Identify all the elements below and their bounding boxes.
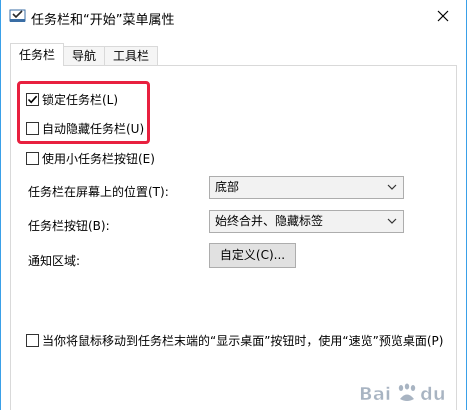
- peek-option[interactable]: 当你将鼠标移动到任务栏末端的“显示桌面”按钮时，使用“速览”预览桌面(P): [26, 332, 443, 349]
- chevron-down-icon: [387, 184, 397, 190]
- window-title: 任务栏和“开始”菜单属性: [31, 13, 175, 28]
- checkmark-icon: [27, 95, 38, 104]
- close-icon: [437, 10, 449, 22]
- buttons-combine-label: 任务栏按钮(B):: [28, 219, 110, 233]
- auto-hide-option[interactable]: 自动隐藏任务栏(U): [26, 120, 144, 137]
- notification-row: 通知区域:: [28, 252, 80, 269]
- peek-checkbox[interactable]: [26, 334, 39, 347]
- properties-window: 任务栏和“开始”菜单属性 任务栏 导航 工具栏 锁定任务栏(L) 自动隐藏任务栏…: [0, 0, 467, 410]
- notification-label: 通知区域:: [28, 254, 81, 268]
- lock-taskbar-checkbox[interactable]: [26, 93, 39, 106]
- buttons-combine-row: 任务栏按钮(B):: [28, 217, 110, 234]
- position-label: 任务栏在屏幕上的位置(T):: [28, 185, 169, 199]
- auto-hide-checkbox[interactable]: [26, 122, 39, 135]
- small-buttons-checkbox[interactable]: [26, 152, 39, 165]
- svg-text:du: du: [420, 384, 446, 405]
- tab-panel: [10, 65, 457, 410]
- lock-taskbar-option[interactable]: 锁定任务栏(L): [26, 91, 118, 108]
- customize-button[interactable]: 自定义(C)...: [209, 243, 296, 268]
- title-bar[interactable]: 任务栏和“开始”菜单属性: [1, 0, 466, 38]
- taskbar-properties-icon: [9, 9, 26, 22]
- tab-toolbars[interactable]: 工具栏: [104, 46, 159, 66]
- auto-hide-label: 自动隐藏任务栏(U): [42, 122, 145, 136]
- small-buttons-label: 使用小任务栏按钮(E): [42, 152, 155, 166]
- baidu-watermark-logo: Bai du: [359, 383, 446, 405]
- lock-taskbar-label: 锁定任务栏(L): [42, 93, 119, 107]
- chevron-down-icon: [387, 218, 397, 224]
- buttons-combine-select[interactable]: 始终合并、隐藏标签: [209, 210, 404, 233]
- peek-label: 当你将鼠标移动到任务栏末端的“显示桌面”按钮时，使用“速览”预览桌面(P): [42, 334, 444, 348]
- position-value: 底部: [215, 180, 240, 194]
- position-select[interactable]: 底部: [209, 176, 404, 199]
- position-row: 任务栏在屏幕上的位置(T):: [28, 183, 169, 200]
- small-buttons-option[interactable]: 使用小任务栏按钮(E): [26, 150, 155, 167]
- svg-text:Bai: Bai: [359, 384, 391, 405]
- buttons-combine-value: 始终合并、隐藏标签: [215, 214, 324, 228]
- tab-taskbar[interactable]: 任务栏: [10, 43, 65, 66]
- tab-strip: 任务栏 导航 工具栏: [10, 43, 159, 66]
- tab-navigation[interactable]: 导航: [63, 46, 106, 66]
- close-button[interactable]: [420, 0, 466, 32]
